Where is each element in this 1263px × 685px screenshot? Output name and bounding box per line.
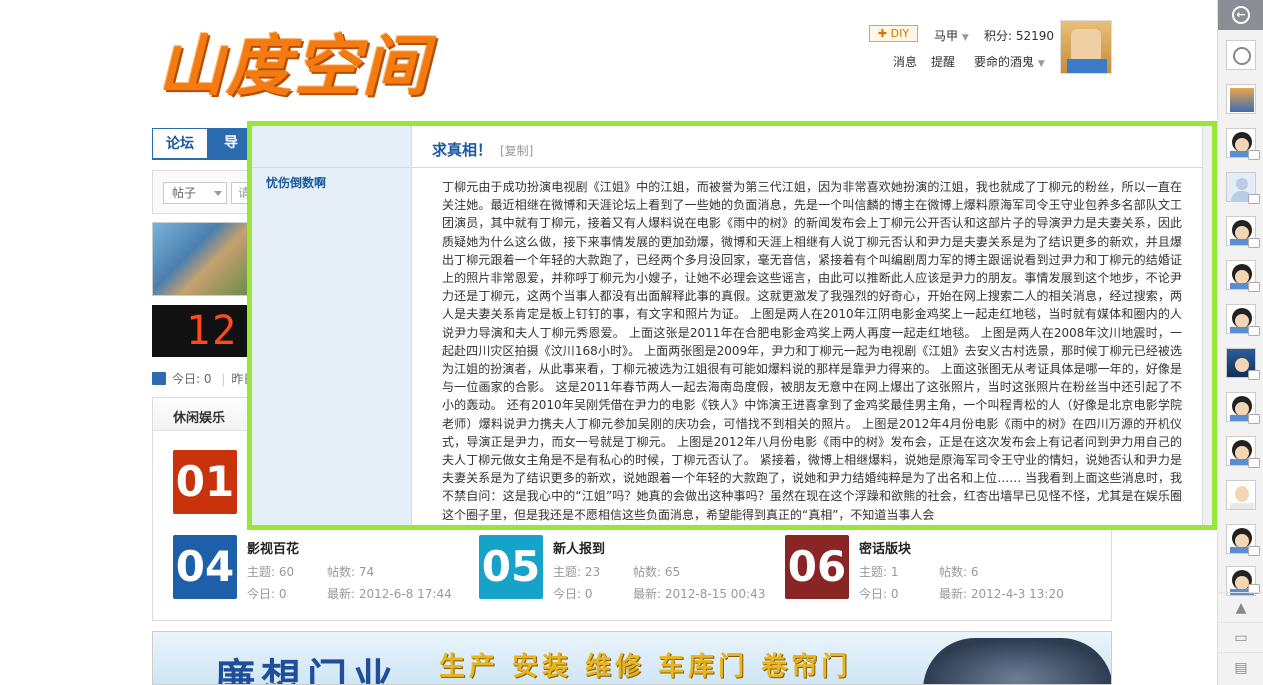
post-title[interactable]: 求真相！ [432, 139, 492, 160]
forum-name[interactable]: 新人报到 [553, 538, 605, 557]
chevron-down-icon: ▼ [1037, 59, 1045, 69]
sidebar-app-icon[interactable] [1226, 40, 1256, 70]
message-icon[interactable] [1248, 414, 1260, 424]
forum-badge-01[interactable]: 01 [173, 450, 237, 514]
message-icon[interactable] [1248, 150, 1260, 160]
forum-badge-04[interactable]: 04 [173, 535, 237, 599]
ad-brand: 廉想门业 [215, 656, 399, 685]
chevron-down-icon: ▼ [961, 33, 969, 43]
tab-forum[interactable]: 论坛 [152, 128, 208, 160]
username-menu[interactable]: 马甲 ▼ [934, 27, 969, 44]
reminders-link[interactable]: 提醒 [931, 53, 955, 70]
right-sidebar: ← ▲ ▭ ▤ [1217, 0, 1263, 685]
forum-name[interactable]: 影视百花 [247, 538, 299, 557]
ad-slogan: 生产 安装 维修 车库门 卷帘门 [439, 652, 852, 682]
arrow-left-icon: ← [1232, 6, 1250, 24]
message-icon[interactable] [1248, 238, 1260, 248]
search-bar: 帖子 请 [152, 170, 261, 214]
chevron-down-icon [214, 191, 222, 196]
user-menu-link[interactable]: 要命的酒鬼 ▼ [974, 53, 1045, 70]
page: 山度空间 ✚ DIY 马甲 ▼ 积分: 52190 消息 提醒 要命的酒鬼 ▼ … [0, 0, 1263, 685]
user-avatar[interactable] [1060, 20, 1112, 74]
tab-guide[interactable]: 导读 [208, 128, 248, 160]
site-logo[interactable]: 山度空间 [158, 22, 458, 112]
post-author-header [252, 126, 412, 168]
avatar-face [1071, 29, 1101, 63]
forum-badge-05[interactable]: 05 [479, 535, 543, 599]
forum-topics: 主题: 23 [553, 565, 601, 579]
app-icon [1230, 88, 1254, 112]
sidebar-friend-avatar[interactable] [1226, 480, 1256, 510]
post-header: 求真相！ [复制] [412, 126, 1202, 168]
messages-link[interactable]: 消息 [893, 53, 917, 70]
forum-latest[interactable]: 最新: 2012-6-8 17:44 [327, 585, 452, 602]
ad-banner[interactable]: 廉想门业 生产 安装 维修 车库门 卷帘门 [152, 631, 1112, 685]
tab-underline [152, 158, 248, 160]
scroll-top-icon[interactable]: ▲ [1218, 592, 1263, 622]
post-scrollbar[interactable] [1202, 126, 1212, 525]
diy-label: DIY [890, 27, 910, 40]
user-menu-label: 要命的酒鬼 [974, 55, 1035, 69]
copy-link[interactable]: [复制] [500, 142, 533, 159]
stats-today: 今日: 0 [172, 372, 212, 386]
message-icon[interactable] [1248, 326, 1260, 336]
car-image [923, 638, 1111, 684]
diy-icon: ✚ [877, 27, 888, 40]
diy-button[interactable]: ✚ DIY [869, 25, 918, 42]
sidebar-collapse-button[interactable]: ← [1218, 0, 1263, 30]
forum-today: 今日: 0 [859, 587, 899, 601]
message-icon[interactable] [1248, 370, 1260, 380]
forum-name[interactable]: 密话版块 [859, 538, 911, 557]
post-preview-panel: 求真相！ [复制] 忧伤倒数啊 丁柳元由于成功扮演电视剧《江姐》中的江姐，而被誉… [247, 121, 1217, 530]
forum-today: 今日: 0 [247, 587, 287, 601]
search-type-value: 帖子 [172, 186, 197, 200]
message-icon[interactable] [1248, 546, 1260, 556]
chart-icon [152, 372, 166, 385]
forum-badge-06[interactable]: 06 [785, 535, 849, 599]
avatar-body [1067, 59, 1107, 73]
chat-icon[interactable]: ▭ [1218, 622, 1263, 652]
message-icon[interactable] [1248, 282, 1260, 292]
forum-topics: 主题: 1 [859, 565, 899, 579]
forum-latest[interactable]: 最新: 2012-8-15 00:43 [633, 585, 765, 602]
forum-stats: 今日: 0 | 昨日 [152, 370, 255, 387]
clock-widget: 12:1 [152, 305, 248, 357]
message-icon[interactable] [1248, 458, 1260, 468]
forum-category-title: 休闲娱乐 [173, 411, 226, 426]
forum-posts: 帖数: 6 [939, 565, 979, 579]
post-author[interactable]: 忧伤倒数啊 [266, 174, 326, 191]
forum-today: 今日: 0 [553, 587, 593, 601]
forum-latest[interactable]: 最新: 2012-4-3 13:20 [939, 585, 1064, 602]
sidebar-app-icon[interactable] [1226, 84, 1256, 114]
forum-posts: 帖数: 74 [327, 565, 375, 579]
settings-icon[interactable]: ▤ [1218, 652, 1263, 682]
dish-icon [1233, 47, 1251, 65]
forum-topics: 主题: 60 [247, 565, 295, 579]
post-body: 丁柳元由于成功扮演电视剧《江姐》中的江姐，而被誉为第三代江姐，因为非常喜欢她扮演… [442, 180, 1182, 522]
forum-posts: 帖数: 65 [633, 565, 681, 579]
points-label: 积分: 52190 [984, 29, 1055, 43]
message-icon[interactable] [1248, 194, 1260, 204]
game-thumbnail[interactable] [152, 222, 248, 296]
username: 马甲 [934, 29, 959, 43]
search-type-select[interactable]: 帖子 [163, 182, 227, 204]
